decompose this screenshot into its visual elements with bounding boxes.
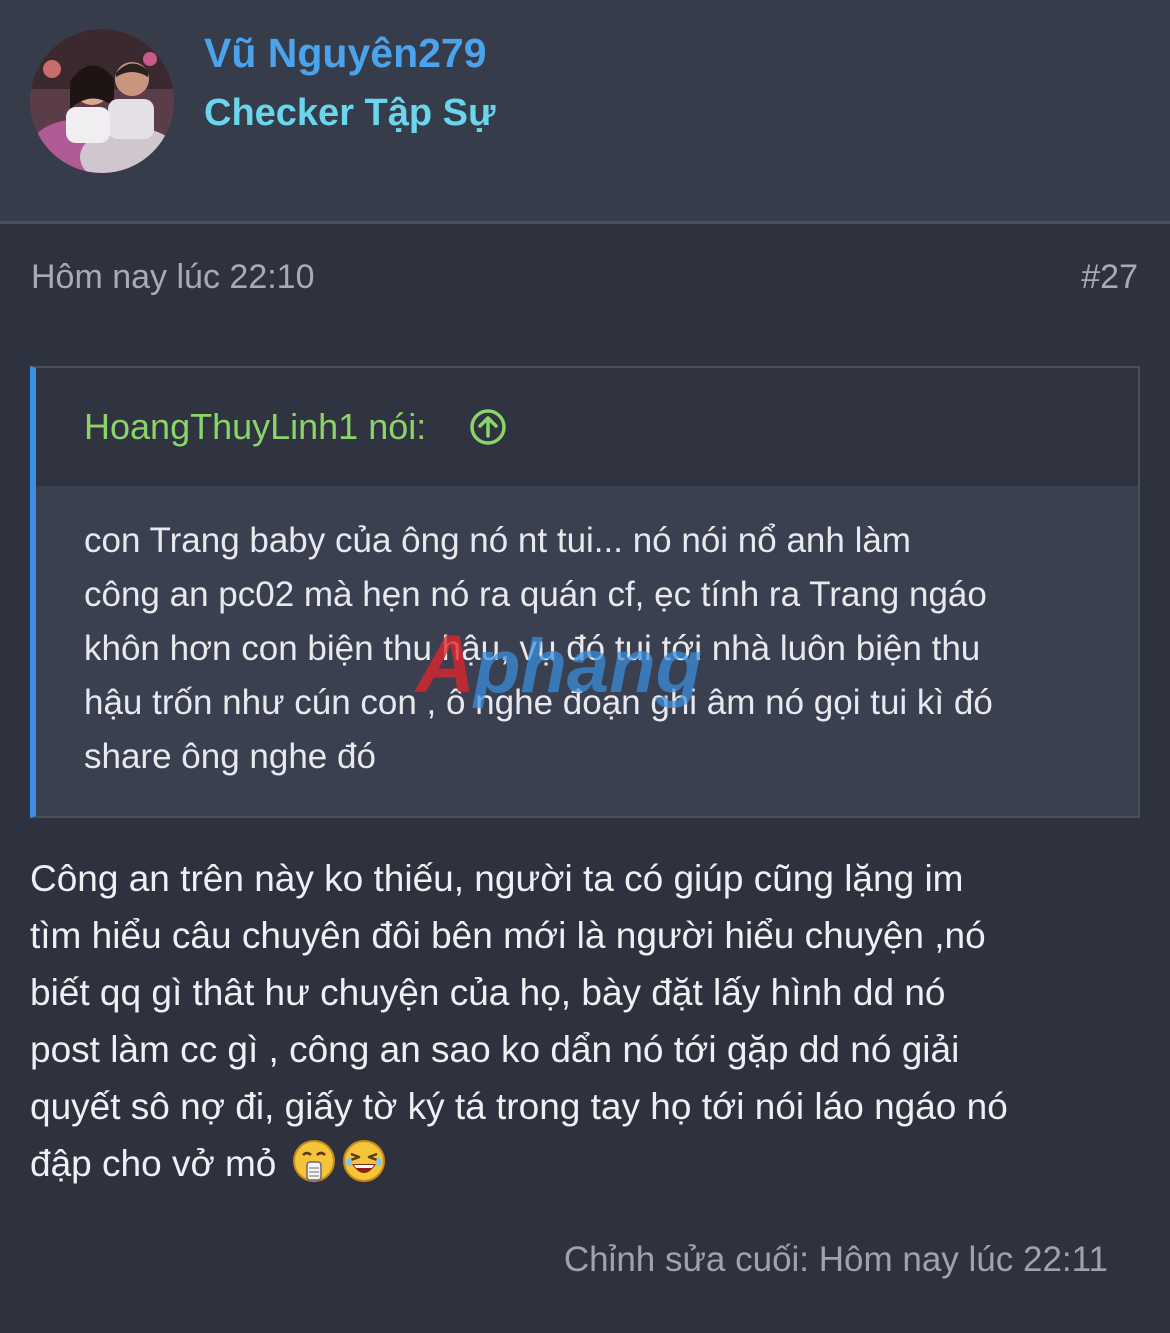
post-number-link[interactable]: #27 — [1081, 258, 1138, 297]
quote-line: công an pc02 mà hẹn nó ra quán cf, ẹc tí… — [84, 575, 987, 614]
user-avatar[interactable] — [30, 29, 174, 173]
quote-author-link[interactable]: HoangThuyLinh1 nói: — [84, 406, 426, 448]
forum-post-page: Vũ Nguyên279 Checker Tập Sự Hôm nay lúc … — [0, 0, 1170, 1333]
avatar-photo-icon — [30, 29, 174, 173]
quote-line: share ông nghe đó — [84, 737, 376, 776]
user-rank-title: Checker Tập Sự — [204, 92, 496, 134]
quote-line: khôn hơn con biện thu hậu, vụ đó tui tới… — [84, 629, 981, 668]
post-line: tìm hiểu câu chuyên đôi bên mới là người… — [30, 915, 986, 956]
post-line: Công an trên này ko thiếu, người ta có g… — [30, 858, 964, 899]
post-last-line: đập cho vở mỏ — [30, 1135, 1140, 1192]
post-message-body: Công an trên này ko thiếu, người ta có g… — [30, 850, 1140, 1192]
quote-header: HoangThuyLinh1 nói: — [36, 368, 1138, 486]
laughing-face-emoji — [342, 1140, 385, 1182]
last-edited-note: Chỉnh sửa cuối: Hôm nay lúc 22:11 — [563, 1240, 1108, 1279]
quote-line: con Trang baby của ông nó nt tui... nó n… — [84, 521, 911, 560]
post-line: biết qq gì thât hư chuyện của họ, bày đặ… — [30, 972, 946, 1013]
post-line: đập cho vở mỏ — [30, 1143, 277, 1184]
post-meta-bar: Hôm nay lúc 22:10 #27 — [31, 258, 1138, 302]
post-author-header: Vũ Nguyên279 Checker Tập Sự — [0, 0, 1170, 224]
post-timestamp[interactable]: Hôm nay lúc 22:10 — [31, 258, 315, 297]
username-link[interactable]: Vũ Nguyên279 — [204, 30, 487, 77]
post-line: quyết sô nợ đi, giấy tờ ký tá trong tay … — [30, 1086, 1008, 1127]
post-line: post làm cc gì , công an sao ko dẩn nó t… — [30, 1029, 960, 1070]
quote-block: HoangThuyLinh1 nói: con Trang baby của ô… — [30, 366, 1140, 818]
shocked-face-emoji — [292, 1140, 335, 1182]
arrow-up-circle-icon[interactable] — [469, 408, 507, 446]
quote-line: hậu trốn như cún con , ô nghe đoạn ghi â… — [84, 683, 993, 722]
quote-content: con Trang baby của ông nó nt tui... nó n… — [84, 514, 1094, 784]
